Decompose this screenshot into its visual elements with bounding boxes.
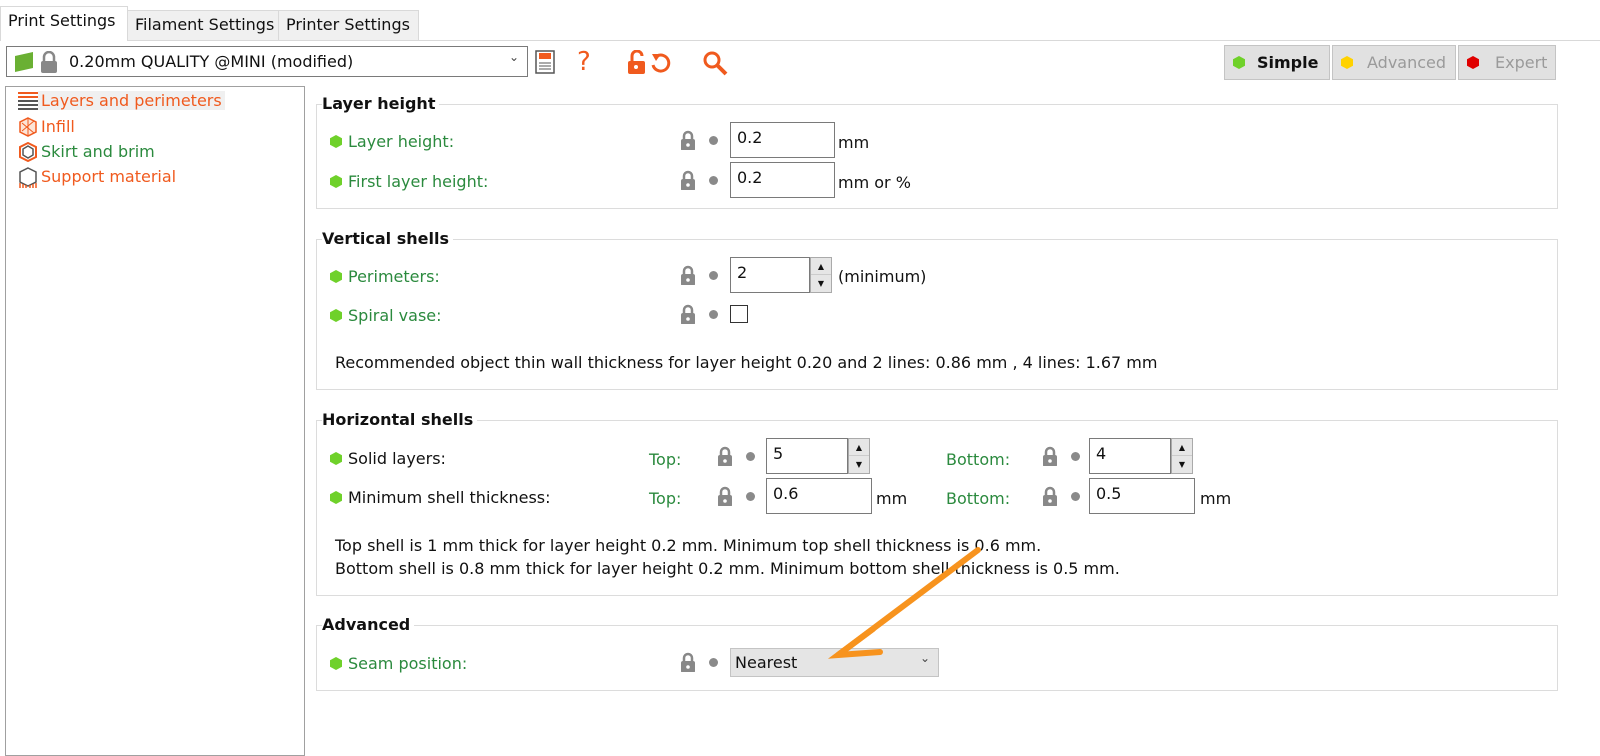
mode-simple-label: Simple <box>1257 53 1319 72</box>
perimeters-unit: (minimum) <box>838 267 927 286</box>
perimeters-input[interactable]: 2 <box>730 257 810 293</box>
system-value-dot-icon[interactable] <box>709 658 718 667</box>
lock-icon[interactable] <box>717 486 733 506</box>
system-value-dot-icon[interactable] <box>709 271 718 280</box>
seam-position-label: Seam position: <box>330 654 467 673</box>
top-label: Top: <box>649 489 682 508</box>
chevron-down-icon: ⌄ <box>919 651 930 665</box>
yellow-hex-icon <box>1341 56 1353 69</box>
lock-icon[interactable] <box>680 265 696 285</box>
bottom-solid-layers-input[interactable]: 4 <box>1089 438 1171 474</box>
top-solid-layers-spinner[interactable]: ▲ ▼ <box>848 438 870 474</box>
preset-value: 0.20mm QUALITY @MINI (modified) <box>69 52 354 71</box>
bottom-label: Bottom: <box>946 450 1011 469</box>
mode-advanced-button[interactable]: Advanced <box>1332 45 1456 80</box>
group-title: Horizontal shells <box>322 410 478 429</box>
layer-height-input[interactable]: 0.2 <box>730 122 835 158</box>
tab-filament-settings[interactable]: Filament Settings <box>127 10 279 41</box>
bottom-solid-layers-spinner[interactable]: ▲ ▼ <box>1171 438 1193 474</box>
spiral-vase-checkbox[interactable] <box>730 305 748 323</box>
unit-mm: mm <box>1200 489 1232 508</box>
tree-item-infill[interactable]: Infill <box>41 117 75 136</box>
green-hex-icon <box>1233 56 1245 69</box>
layers-icon <box>18 92 38 110</box>
mode-expert-label: Expert <box>1495 53 1548 72</box>
lock-icon[interactable] <box>1042 486 1058 506</box>
system-value-dot-icon[interactable] <box>746 452 755 461</box>
system-value-dot-icon[interactable] <box>746 492 755 501</box>
top-solid-layers-input[interactable]: 5 <box>766 438 848 474</box>
spiral-vase-label: Spiral vase: <box>330 306 442 325</box>
unit-mm: mm <box>838 133 870 152</box>
lock-icon[interactable] <box>1042 446 1058 466</box>
mode-simple-button[interactable]: Simple <box>1224 45 1330 80</box>
bottom-shell-note: Bottom shell is 0.8 mm thick for layer h… <box>335 559 1120 578</box>
lock-icon[interactable] <box>680 170 696 190</box>
system-value-dot-icon[interactable] <box>1071 492 1080 501</box>
unit-mm-or-percent: mm or % <box>838 173 911 192</box>
mode-expert-button[interactable]: Expert <box>1458 45 1556 80</box>
unit-mm: mm <box>876 489 908 508</box>
skirt-icon <box>19 142 37 162</box>
tree-item-support-material[interactable]: Support material <box>41 167 176 186</box>
system-value-dot-icon[interactable] <box>709 176 718 185</box>
save-icon[interactable] <box>535 50 555 74</box>
min-shell-thickness-label: Minimum shell thickness: <box>330 488 551 507</box>
perimeters-label: Perimeters: <box>330 267 440 286</box>
perimeters-spinner[interactable]: ▲ ▼ <box>810 257 832 293</box>
tree-item-skirt-and-brim[interactable]: Skirt and brim <box>41 142 155 161</box>
preset-combo[interactable]: 0.20mm QUALITY @MINI (modified) ⌄ <box>6 46 528 77</box>
undo-icon[interactable] <box>650 52 672 74</box>
first-layer-height-input[interactable]: 0.2 <box>730 162 835 198</box>
bottom-min-shell-input[interactable]: 0.5 <box>1089 478 1195 514</box>
first-layer-height-label: First layer height: <box>330 172 488 191</box>
layer-height-label: Layer height: <box>330 132 454 151</box>
top-label: Top: <box>649 450 682 469</box>
chevron-down-icon: ⌄ <box>509 50 520 64</box>
solid-layers-label: Solid layers: <box>330 449 446 468</box>
lock-icon[interactable] <box>680 652 696 672</box>
group-title: Layer height <box>322 94 440 113</box>
tab-divider <box>128 40 1600 41</box>
settings-tree: Layers and perimeters Infill Skirt and b… <box>5 86 305 756</box>
system-value-dot-icon[interactable] <box>709 310 718 319</box>
seam-position-select[interactable]: Nearest ⌄ <box>730 648 939 677</box>
top-min-shell-input[interactable]: 0.6 <box>766 478 872 514</box>
tab-print-settings[interactable]: Print Settings <box>0 6 128 41</box>
bottom-label: Bottom: <box>946 489 1011 508</box>
system-value-dot-icon[interactable] <box>709 136 718 145</box>
system-value-dot-icon[interactable] <box>1071 452 1080 461</box>
lock-icon[interactable] <box>717 446 733 466</box>
lock-icon[interactable] <box>680 130 696 150</box>
top-shell-note: Top shell is 1 mm thick for layer height… <box>335 536 1042 555</box>
mode-advanced-label: Advanced <box>1367 53 1447 72</box>
red-hex-icon <box>1467 56 1479 69</box>
seam-position-value: Nearest <box>735 653 798 672</box>
tree-item-layers-and-perimeters[interactable]: Layers and perimeters <box>38 91 225 110</box>
lock-icon[interactable] <box>680 304 696 324</box>
lock-icon <box>41 51 57 73</box>
flag-icon <box>15 52 33 72</box>
group-layer-height: Layer height <box>316 94 1558 209</box>
unlock-icon[interactable] <box>627 50 647 74</box>
support-icon <box>19 167 37 188</box>
thin-wall-note: Recommended object thin wall thickness f… <box>335 353 1158 372</box>
search-icon[interactable] <box>702 50 728 76</box>
question-icon[interactable]: ? <box>577 47 591 77</box>
group-title: Advanced <box>322 615 415 634</box>
infill-icon <box>19 117 37 137</box>
group-title: Vertical shells <box>322 229 453 248</box>
tab-printer-settings[interactable]: Printer Settings <box>278 10 419 41</box>
